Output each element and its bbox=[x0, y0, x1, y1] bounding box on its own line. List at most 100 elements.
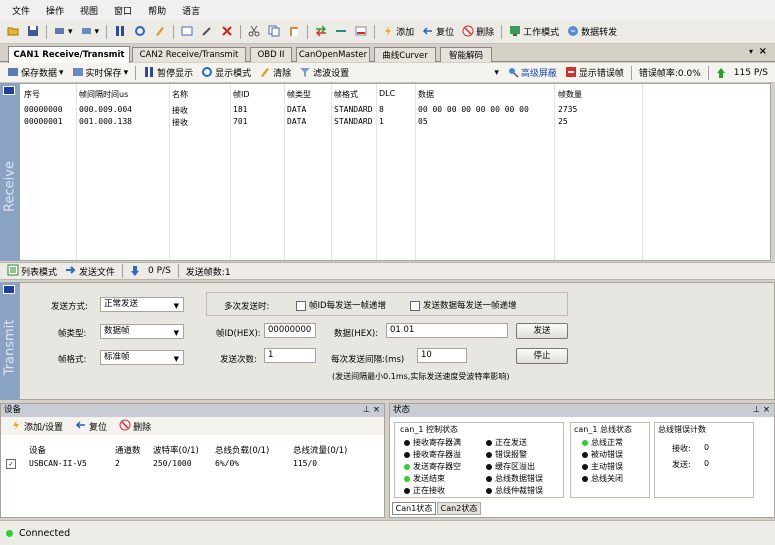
menu-help[interactable]: 帮助 bbox=[140, 4, 174, 17]
col-header-name[interactable]: 名称 bbox=[172, 89, 188, 100]
connect-button[interactable] bbox=[332, 24, 350, 40]
reset-button[interactable]: 复位 bbox=[419, 24, 457, 40]
channel-dropdown-button[interactable]: ▾ bbox=[78, 24, 103, 40]
save-button[interactable] bbox=[24, 24, 42, 40]
id-increment-checkbox[interactable]: 帧ID每发送一帧递增 bbox=[296, 299, 386, 311]
add-button[interactable]: 添加 bbox=[379, 24, 417, 40]
receive-side-panel: Receive bbox=[0, 83, 19, 261]
delete-button[interactable]: 删除 bbox=[459, 24, 497, 40]
filter-dropdown[interactable]: ▾ bbox=[491, 65, 502, 81]
copy-button[interactable] bbox=[265, 24, 283, 40]
menu-language[interactable]: 语言 bbox=[174, 4, 208, 17]
col-header-format[interactable]: 帧格式 bbox=[334, 89, 358, 100]
col-header-type[interactable]: 帧类型 bbox=[287, 89, 311, 100]
device-reset-button[interactable]: 复位 bbox=[72, 418, 110, 434]
col-header-seq[interactable]: 序号 bbox=[24, 89, 40, 100]
checkbox-box[interactable] bbox=[410, 300, 420, 311]
receive-grid[interactable]: 序号 帧间隔时间us 名称 帧ID 帧类型 帧格式 DLC 数据 帧数量 000… bbox=[19, 83, 771, 261]
check-icon[interactable]: ✓ bbox=[6, 459, 16, 469]
clear-button[interactable]: 清除 bbox=[256, 65, 294, 81]
paste-button[interactable] bbox=[285, 24, 303, 40]
menu-file[interactable]: 文件 bbox=[4, 4, 38, 17]
frame-type-select[interactable]: 数据帧 ▼ bbox=[100, 324, 184, 339]
stop-button[interactable]: 停止 bbox=[516, 348, 568, 364]
tab-canopen[interactable]: CanOpenMaster bbox=[296, 47, 370, 62]
arrow-right-icon bbox=[65, 264, 77, 276]
pin-close-icons[interactable]: ⊥ × bbox=[363, 404, 380, 417]
broom-button[interactable] bbox=[151, 24, 169, 40]
col-header-dlc[interactable]: DLC bbox=[379, 89, 395, 98]
window-button[interactable] bbox=[178, 24, 196, 40]
device-row[interactable]: ✓ USBCAN-II-V5 2 250/1000 6%/0% 115/0 bbox=[1, 459, 384, 470]
data-forward-button[interactable]: 数据转发 bbox=[564, 24, 620, 40]
tab-close-icon[interactable]: × bbox=[759, 46, 767, 57]
device-delete-button[interactable]: 删除 bbox=[116, 418, 154, 434]
status-indicator: 接收寄存器溢 bbox=[404, 449, 461, 460]
tab-obd[interactable]: OBD II bbox=[250, 47, 292, 62]
device-dropdown-button[interactable]: ▾ bbox=[51, 24, 76, 40]
frame-format-select[interactable]: 标准帧 ▼ bbox=[100, 350, 184, 365]
data-hex-input[interactable]: 01 01 bbox=[386, 323, 508, 338]
status-indicator: 总线数据错误 bbox=[486, 473, 543, 484]
col-header-id[interactable]: 帧ID bbox=[233, 89, 250, 100]
frame-id-input[interactable]: 00000000 bbox=[264, 323, 316, 338]
separator bbox=[240, 24, 242, 39]
tab-can1[interactable]: CAN1 Receive/Transmit bbox=[8, 46, 130, 63]
list-mode-button[interactable]: 列表模式 bbox=[4, 263, 60, 279]
table-row[interactable]: 00000000 000.009.004 接收 181 DATA STANDAR… bbox=[20, 105, 770, 116]
show-error-frames-button[interactable]: 显示错误帧 bbox=[562, 65, 627, 81]
tools-button[interactable] bbox=[198, 24, 216, 40]
separator bbox=[135, 65, 137, 80]
swap-button[interactable] bbox=[312, 24, 330, 40]
send-mode-select[interactable]: 正常发送 ▼ bbox=[100, 297, 184, 312]
status-indicator: 正在发送 bbox=[486, 437, 527, 448]
cut-button[interactable] bbox=[245, 24, 263, 40]
minus-icon bbox=[355, 25, 367, 37]
pause-button[interactable] bbox=[111, 24, 129, 40]
advanced-mask-button[interactable]: 高级屏蔽 bbox=[504, 65, 560, 81]
reset-icon bbox=[422, 25, 434, 37]
col-header-data[interactable]: 数据 bbox=[418, 89, 434, 100]
tab-can2[interactable]: CAN2 Receive/Transmit bbox=[132, 47, 246, 62]
realtime-save-button[interactable]: 实时保存 ▾ bbox=[69, 65, 132, 81]
data-increment-checkbox[interactable]: 发送数据每发送一帧递增 bbox=[410, 299, 517, 311]
error-frame-icon bbox=[565, 66, 577, 78]
bus-indicator: 主动错误 bbox=[582, 461, 623, 472]
col-header-count[interactable]: 帧数量 bbox=[558, 89, 582, 100]
close-button[interactable] bbox=[218, 24, 236, 40]
checkbox-box[interactable] bbox=[296, 300, 306, 311]
minimize-button[interactable] bbox=[352, 24, 370, 40]
tab-menu-icon[interactable]: ▾ bbox=[749, 47, 753, 56]
send-button[interactable]: 发送 bbox=[516, 323, 568, 339]
refresh-button[interactable] bbox=[131, 24, 149, 40]
pause-display-button[interactable]: 暂停显示 bbox=[140, 65, 196, 81]
tab-strip: CAN1 Receive/Transmit CAN2 Receive/Trans… bbox=[0, 44, 775, 63]
status-indicator: 缓存区溢出 bbox=[486, 461, 535, 472]
display-mode-button[interactable]: 显示模式 bbox=[198, 65, 254, 81]
tab-can1-status[interactable]: Can1状态 bbox=[392, 502, 436, 515]
save-data-button[interactable]: 保存数据 ▾ bbox=[4, 65, 67, 81]
interval-input[interactable]: 10 bbox=[417, 348, 467, 363]
filter-icon bbox=[299, 66, 311, 78]
open-button[interactable] bbox=[4, 24, 22, 40]
menu-view[interactable]: 视图 bbox=[72, 4, 106, 17]
add-settings-button[interactable]: 添加/设置 bbox=[7, 418, 66, 434]
tab-curve[interactable]: 曲线Curver bbox=[374, 47, 436, 62]
status-indicator: 正在接收 bbox=[404, 485, 445, 496]
col-header-interval[interactable]: 帧间隔时间us bbox=[79, 89, 128, 100]
table-row[interactable]: 00000001 001.000.138 接收 701 DATA STANDAR… bbox=[20, 117, 770, 128]
menu-operation[interactable]: 操作 bbox=[38, 4, 72, 17]
pin-close-icons[interactable]: ⊥ × bbox=[753, 404, 770, 417]
menu-window[interactable]: 窗口 bbox=[106, 4, 140, 17]
send-file-button[interactable]: 发送文件 bbox=[62, 263, 118, 279]
send-count-input[interactable]: 1 bbox=[264, 348, 316, 363]
tab-decode[interactable]: 智能解码 bbox=[440, 47, 492, 62]
filter-settings-button[interactable]: 滤波设置 bbox=[296, 65, 352, 81]
work-mode-button[interactable]: 工作模式 bbox=[506, 24, 562, 40]
plug-icon bbox=[335, 25, 347, 37]
receive-header-row: 序号 帧间隔时间us 名称 帧ID 帧类型 帧格式 DLC 数据 帧数量 bbox=[20, 89, 770, 100]
device-pane: 设备 ⊥ × 添加/设置 复位 删除 设备 通道数 波特率(0/1) 总线负载(0… bbox=[0, 403, 385, 518]
pause-icon bbox=[114, 25, 126, 37]
bus-indicator: 总线正常 bbox=[582, 437, 623, 448]
tab-can2-status[interactable]: Can2状态 bbox=[437, 502, 481, 515]
